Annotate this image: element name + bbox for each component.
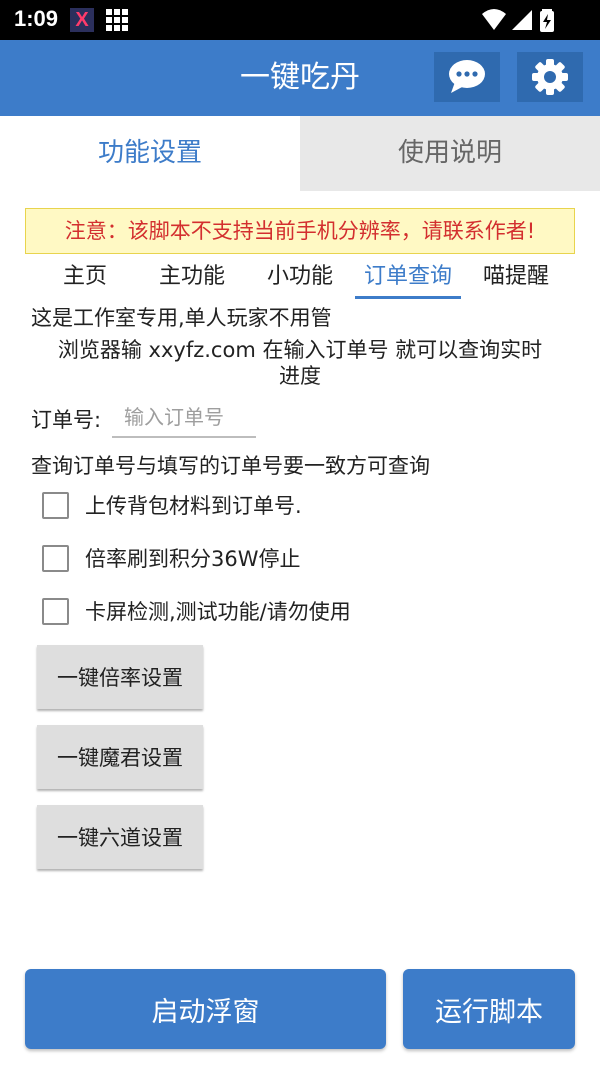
gear-icon — [532, 59, 568, 95]
stop-at-points-checkbox[interactable] — [42, 544, 69, 572]
grid-notification-icon — [106, 9, 128, 31]
info-line-2-continued: 进度 — [279, 364, 321, 388]
start-floating-window-button[interactable]: 启动浮窗 — [25, 969, 386, 1049]
sub-tabs: 主页 主功能 小功能 订单查询 喵提醒 — [0, 258, 600, 300]
checkbox-row-upload-materials[interactable]: 上传背包材料到订单号. — [42, 490, 302, 520]
app-notification-icon: X — [70, 8, 94, 32]
status-bar: 1:09 X — [0, 0, 600, 40]
order-number-label: 订单号: — [31, 408, 102, 432]
freeze-detection-checkbox[interactable] — [42, 597, 69, 625]
status-indicators — [480, 6, 560, 38]
settings-button[interactable] — [517, 52, 583, 102]
subtab-minor-functions[interactable]: 小功能 — [262, 258, 338, 298]
chat-button[interactable] — [434, 52, 500, 102]
one-key-six-paths-settings-button[interactable]: 一键六道设置 — [37, 805, 203, 869]
order-number-input[interactable] — [112, 398, 256, 438]
battery-icon — [540, 9, 554, 32]
upload-materials-checkbox[interactable] — [42, 491, 69, 519]
chat-bubble-icon — [449, 60, 485, 93]
info-line-1: 这是工作室专用,单人玩家不用管 — [31, 306, 332, 330]
subtab-main-functions[interactable]: 主功能 — [154, 258, 230, 298]
one-key-demon-lord-settings-button[interactable]: 一键魔君设置 — [37, 725, 203, 789]
active-subtab-indicator — [355, 296, 461, 299]
status-time: 1:09 — [14, 6, 59, 31]
subtab-meow-reminder[interactable]: 喵提醒 — [477, 258, 555, 298]
run-script-button[interactable]: 运行脚本 — [403, 969, 575, 1049]
order-hint: 查询订单号与填写的订单号要一致方可查询 — [31, 454, 430, 478]
subtab-order-query[interactable]: 订单查询 — [355, 258, 461, 298]
tab-instructions[interactable]: 使用说明 — [300, 116, 600, 191]
checkbox-row-stop-at-points[interactable]: 倍率刷到积分36W停止 — [42, 543, 301, 573]
tab-feature-settings[interactable]: 功能设置 — [0, 116, 300, 191]
checkbox-row-freeze-detection[interactable]: 卡屏检测,测试功能/请勿使用 — [42, 596, 351, 626]
one-key-rate-settings-button[interactable]: 一键倍率设置 — [37, 645, 203, 709]
checkbox-label: 卡屏检测,测试功能/请勿使用 — [85, 600, 351, 624]
top-tabs: 功能设置 使用说明 — [0, 116, 600, 191]
warning-notice: 注意：该脚本不支持当前手机分辨率，请联系作者! — [25, 208, 575, 254]
checkbox-label: 倍率刷到积分36W停止 — [85, 547, 301, 571]
app-bar: 一键吃丹 — [0, 40, 600, 116]
signal-icon — [512, 10, 532, 30]
app-title: 一键吃丹 — [240, 60, 360, 95]
wifi-icon — [482, 9, 506, 30]
subtab-home[interactable]: 主页 — [58, 258, 112, 298]
checkbox-label: 上传背包材料到订单号. — [85, 494, 302, 518]
